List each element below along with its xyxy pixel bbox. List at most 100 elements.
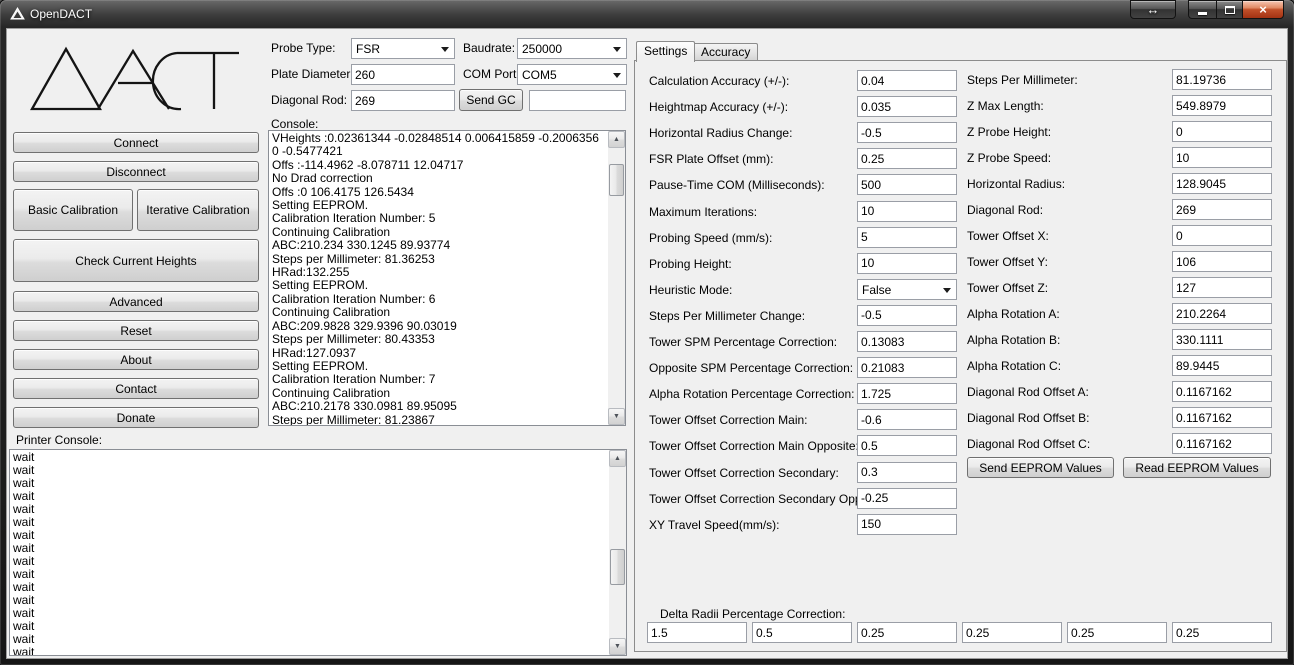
close-button[interactable]: × <box>1242 0 1284 19</box>
setting-input[interactable] <box>1172 121 1272 142</box>
setting-input[interactable] <box>857 383 957 404</box>
setting-label: Alpha Rotation C: <box>967 359 1061 373</box>
setting-input[interactable] <box>857 435 957 456</box>
setting-label: Tower Offset X: <box>967 229 1049 243</box>
delta-radii-input[interactable] <box>1172 622 1272 643</box>
setting-label: Probing Height: <box>649 257 732 271</box>
scroll-up-icon[interactable]: ▲ <box>609 450 626 467</box>
setting-input[interactable] <box>1172 407 1272 428</box>
setting-input[interactable] <box>857 488 957 509</box>
setting-label: Alpha Rotation Percentage Correction: <box>649 387 854 401</box>
disconnect-button[interactable]: Disconnect <box>13 161 259 182</box>
setting-input[interactable] <box>857 227 957 248</box>
setting-select[interactable]: False <box>857 279 957 300</box>
delta-radii-input[interactable] <box>962 622 1062 643</box>
console-scrollbar[interactable]: ▲ ▼ <box>608 131 625 425</box>
send-eeprom-button[interactable]: Send EEPROM Values <box>967 457 1114 478</box>
setting-input[interactable] <box>857 201 957 222</box>
delta-radii-input[interactable] <box>857 622 957 643</box>
probe-type-value: FSR <box>356 42 380 56</box>
setting-input[interactable] <box>857 514 957 535</box>
setting-input[interactable] <box>1172 95 1272 116</box>
chevron-down-icon <box>613 47 621 52</box>
baudrate-select[interactable]: 250000 <box>517 38 627 59</box>
setting-input[interactable] <box>1172 381 1272 402</box>
check-current-heights-button[interactable]: Check Current Heights <box>13 239 259 282</box>
window-controls: ↔ × <box>1130 0 1284 19</box>
setting-input[interactable] <box>857 305 957 326</box>
contact-button[interactable]: Contact <box>13 378 259 399</box>
tab-accuracy[interactable]: Accuracy <box>693 43 758 60</box>
probe-type-label: Probe Type: <box>271 41 336 55</box>
settings-row: Tower Offset Correction Secondary Opp: <box>649 488 979 510</box>
scrollbar-thumb[interactable] <box>610 549 625 585</box>
diagonal-rod-input[interactable] <box>351 90 455 111</box>
settings-row: Tower Offset Correction Secondary: <box>649 462 979 484</box>
basic-calibration-button[interactable]: Basic Calibration <box>13 189 133 231</box>
setting-label: Z Probe Speed: <box>967 151 1051 165</box>
setting-input[interactable] <box>857 174 957 195</box>
donate-button[interactable]: Donate <box>13 407 259 428</box>
plate-diameter-input[interactable] <box>351 64 455 85</box>
setting-input[interactable] <box>1172 199 1272 220</box>
setting-input[interactable] <box>857 331 957 352</box>
scroll-up-icon[interactable]: ▲ <box>608 131 625 148</box>
send-gc-button[interactable]: Send GC <box>459 89 523 111</box>
about-button[interactable]: About <box>13 349 259 370</box>
tab-settings[interactable]: Settings <box>636 41 695 62</box>
setting-input[interactable] <box>1172 69 1272 90</box>
resize-button[interactable]: ↔ <box>1130 0 1176 19</box>
settings-row: Alpha Rotation Percentage Correction: <box>649 383 979 405</box>
settings-row: Steps Per Millimeter Change: <box>649 305 979 327</box>
setting-input[interactable] <box>857 122 957 143</box>
setting-input[interactable] <box>1172 225 1272 246</box>
delta-radii-input[interactable] <box>647 622 747 643</box>
printer-console-output[interactable]: wait wait wait wait wait wait wait wait … <box>9 449 627 656</box>
setting-label: Tower Offset Z: <box>967 281 1048 295</box>
maximize-button[interactable] <box>1216 0 1243 19</box>
connect-button[interactable]: Connect <box>13 132 259 153</box>
setting-label: Calculation Accuracy (+/-): <box>649 74 789 88</box>
delta-radii-input[interactable] <box>1067 622 1167 643</box>
scroll-down-icon[interactable]: ▼ <box>608 408 625 425</box>
com-port-select[interactable]: COM5 <box>517 64 627 85</box>
setting-input[interactable] <box>1172 251 1272 272</box>
setting-input[interactable] <box>1172 303 1272 324</box>
setting-label: Horizontal Radius: <box>967 177 1065 191</box>
settings-row: Heuristic Mode:False <box>649 279 979 301</box>
console-text: VHeights :0.02361344 -0.02848514 0.00641… <box>272 132 606 425</box>
setting-label: XY Travel Speed(mm/s): <box>649 518 780 532</box>
setting-input[interactable] <box>1172 355 1272 376</box>
scrollbar-thumb[interactable] <box>609 164 624 196</box>
gcode-input[interactable] <box>529 90 626 111</box>
setting-input[interactable] <box>857 70 957 91</box>
advanced-button[interactable]: Advanced <box>13 291 259 312</box>
probe-type-select[interactable]: FSR <box>351 38 455 59</box>
minimize-button[interactable] <box>1188 0 1217 19</box>
console-output[interactable]: VHeights :0.02361344 -0.02848514 0.00641… <box>268 130 626 426</box>
setting-input[interactable] <box>857 409 957 430</box>
setting-input[interactable] <box>857 96 957 117</box>
iterative-calibration-button[interactable]: Iterative Calibration <box>137 189 259 231</box>
setting-input[interactable] <box>1172 433 1272 454</box>
delta-radii-input[interactable] <box>752 622 852 643</box>
setting-label: Alpha Rotation B: <box>967 333 1060 347</box>
plate-diameter-label: Plate Diameter: <box>271 67 354 81</box>
setting-input[interactable] <box>1172 147 1272 168</box>
reset-button[interactable]: Reset <box>13 320 259 341</box>
settings-row: XY Travel Speed(mm/s): <box>649 514 979 536</box>
setting-input[interactable] <box>1172 329 1272 350</box>
settings-row: Calculation Accuracy (+/-): <box>649 70 979 92</box>
setting-input[interactable] <box>857 357 957 378</box>
scroll-down-icon[interactable]: ▼ <box>609 638 626 655</box>
read-eeprom-button[interactable]: Read EEPROM Values <box>1123 457 1271 478</box>
setting-input[interactable] <box>857 462 957 483</box>
setting-input[interactable] <box>1172 173 1272 194</box>
titlebar[interactable]: OpenDACT ↔ × <box>0 0 1294 28</box>
setting-input[interactable] <box>857 253 957 274</box>
settings-row: Tower Offset Y: <box>967 251 1277 273</box>
setting-input[interactable] <box>857 148 957 169</box>
setting-label: Z Max Length: <box>967 99 1044 113</box>
setting-input[interactable] <box>1172 277 1272 298</box>
printer-console-scrollbar[interactable]: ▲ ▼ <box>609 450 626 655</box>
